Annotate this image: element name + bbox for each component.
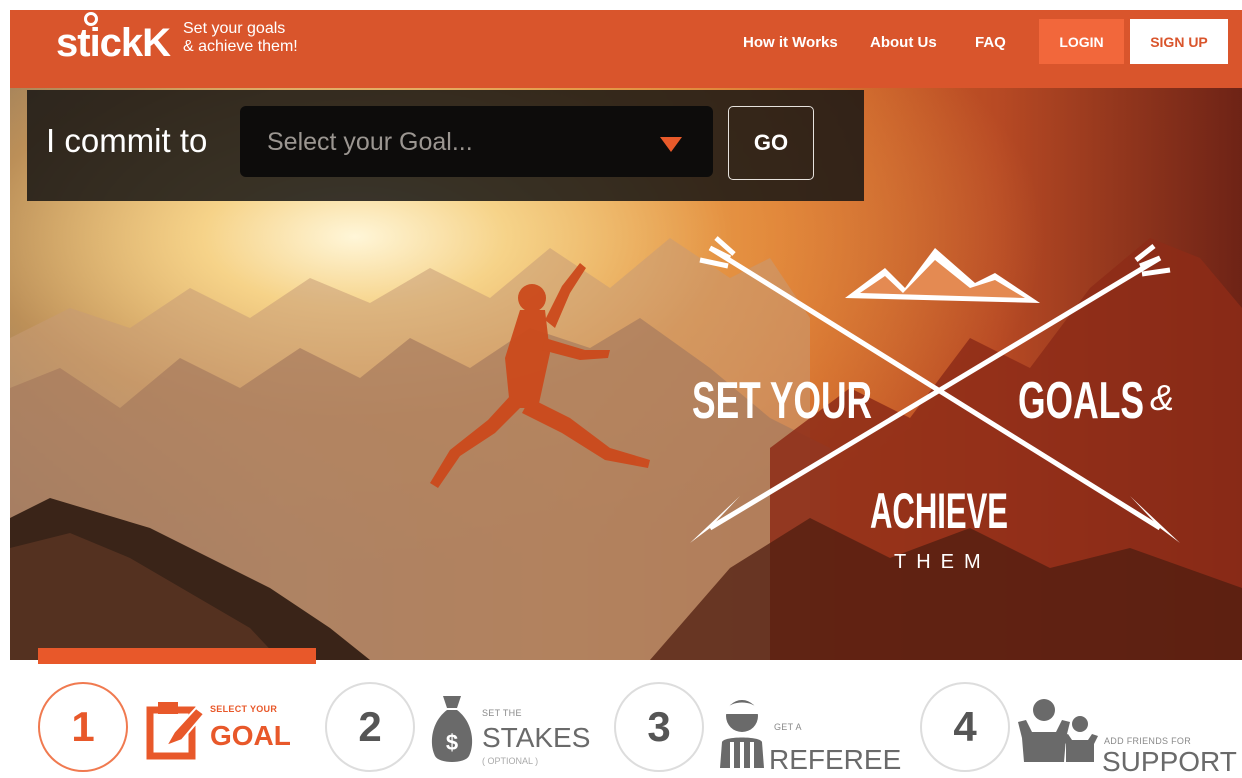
step-get-referee[interactable]: 3 GET A REFEREE [614,682,904,778]
goal-select-placeholder: Select your Goal... [267,128,473,156]
step-progress-indicator [38,648,316,664]
step-number-circle: 4 [920,682,1010,772]
login-button[interactable]: LOGIN [1039,19,1124,64]
step-number-circle: 2 [325,682,415,772]
slogan-them: THEM [894,551,991,573]
slogan-ampersand: & [1150,377,1174,418]
nav-about-us[interactable]: About Us [870,34,937,51]
step-3-title: REFEREE [769,744,902,775]
step-3-small-text: GET A [774,722,802,732]
step-set-stakes[interactable]: 2 $ SET THE STAKES ( OPTIONAL ) [325,682,595,778]
step-add-friends[interactable]: 4 ADD FRIENDS FOR SUPPORT [920,682,1237,778]
goal-select-dropdown[interactable]: Select your Goal... [240,106,713,177]
step-select-goal[interactable]: 1 SELECT YOUR GOAL [38,682,318,778]
step-2-subtitle: ( OPTIONAL ) [482,756,539,766]
go-button[interactable]: GO [728,106,814,180]
step-1-small-text: SELECT YOUR [210,704,278,714]
step-number-circle: 3 [614,682,704,772]
slogan-goals: GOALS [1018,372,1144,430]
logo-ring-icon [84,12,98,26]
step-number-circle: 1 [38,682,128,772]
commit-bar: I commit to Select your Goal... GO [27,90,864,201]
nav-how-it-works[interactable]: How it Works [743,34,838,51]
signup-button[interactable]: SIGN UP [1130,19,1228,64]
step-4-title: SUPPORT [1102,746,1237,777]
tagline-line-2: & achieve them! [183,38,298,55]
nav-faq[interactable]: FAQ [975,34,1006,51]
tagline-line-1: Set your goals [183,20,286,37]
top-navbar: stickK Set your goals & achieve them! Ho… [10,10,1242,88]
dollar-sign: $ [446,730,458,755]
step-4-small-text: ADD FRIENDS FOR [1104,736,1192,746]
commit-label: I commit to [46,122,208,159]
money-bag-icon: $ [431,696,473,762]
edit-goal-icon [146,702,206,760]
stickk-logo[interactable]: stickK [56,18,171,68]
slogan-set-your: SET YOUR [692,372,872,430]
step-2-small-text: SET THE [482,708,522,718]
slogan-achieve: ACHIEVE [870,483,1008,539]
step-2-title: STAKES [482,722,591,753]
step-1-title: GOAL [210,720,291,751]
referee-icon [720,700,764,768]
friends-icon [1018,699,1098,762]
caret-down-icon [660,137,682,152]
header-tagline: Set your goals & achieve them! [183,20,298,56]
